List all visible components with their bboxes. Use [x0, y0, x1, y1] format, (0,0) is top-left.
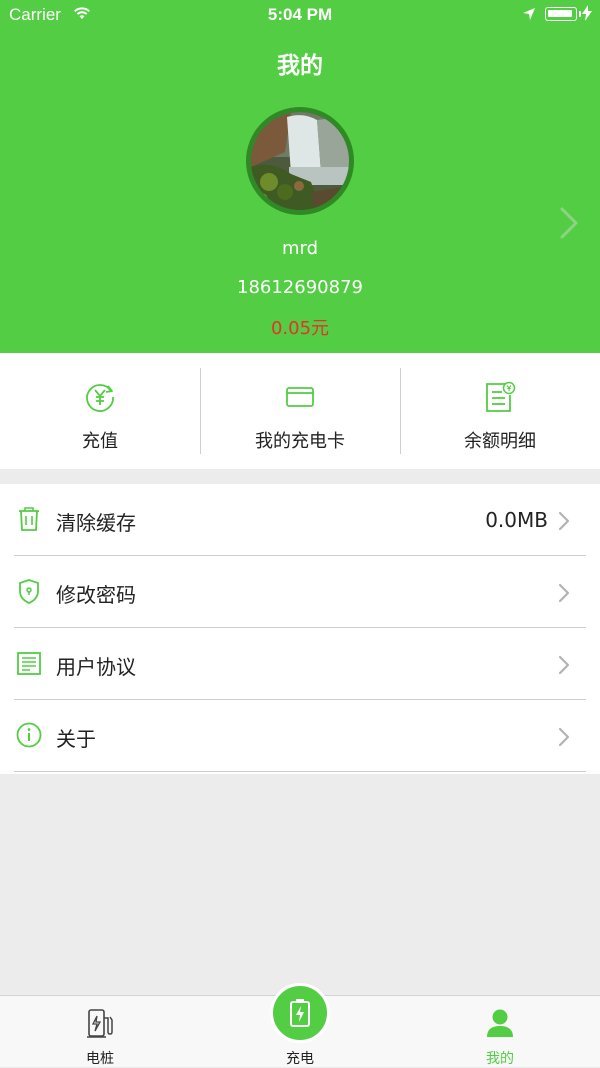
tab-charging-pile[interactable]: 电桩	[0, 996, 200, 1068]
cache-size-value: 0.0MB	[485, 508, 548, 532]
chevron-right-icon	[558, 511, 570, 531]
battery-icon	[545, 7, 581, 21]
battery-charge-icon	[290, 999, 310, 1027]
document-icon	[17, 652, 41, 675]
tab-charge-label: 充电	[286, 1051, 314, 1067]
account-balance: 0.05元	[270, 318, 330, 339]
recharge-button[interactable]: 充值	[0, 353, 200, 469]
waterfall-photo	[251, 112, 349, 210]
about-label: 关于	[56, 727, 96, 751]
my-charging-card-label: 我的充电卡	[255, 431, 345, 452]
location-arrow-icon	[523, 8, 535, 20]
clear-cache-row[interactable]: 清除缓存 0.0MB	[0, 484, 600, 556]
user-agreement-label: 用户协议	[56, 655, 136, 679]
info-icon	[16, 722, 42, 748]
clear-cache-label: 清除缓存	[56, 511, 136, 535]
balance-detail-icon	[486, 381, 516, 412]
about-row[interactable]: 关于	[0, 700, 600, 772]
phone-number: 18612690879	[237, 277, 363, 298]
avatar[interactable]	[246, 107, 354, 215]
card-icon	[286, 387, 314, 407]
charging-bolt-icon	[582, 5, 592, 21]
profile-header: 我的 mrd 18612690879 0.05元	[0, 0, 600, 353]
chevron-right-icon	[558, 727, 570, 747]
charging-pile-icon	[87, 1009, 113, 1038]
chevron-right-icon	[558, 583, 570, 603]
tab-charging-pile-label: 电桩	[86, 1051, 114, 1067]
person-icon	[487, 1009, 513, 1037]
recharge-label: 充值	[82, 431, 118, 452]
balance-detail-button[interactable]: 余额明细	[400, 353, 600, 469]
chevron-right-icon[interactable]	[556, 205, 582, 241]
chevron-right-icon	[558, 655, 570, 675]
trash-icon	[19, 507, 39, 531]
balance-detail-label: 余额明细	[464, 431, 536, 452]
yuan-recharge-icon	[86, 384, 114, 412]
charge-center-button[interactable]	[270, 983, 330, 1043]
clock: 5:04 PM	[267, 5, 333, 24]
quick-actions: 充值 我的充电卡 余额明细	[0, 353, 600, 469]
shield-icon	[19, 579, 39, 604]
tab-mine-label: 我的	[486, 1051, 514, 1067]
change-password-row[interactable]: 修改密码	[0, 556, 600, 628]
my-charging-card-button[interactable]: 我的充电卡	[200, 353, 400, 469]
tab-mine[interactable]: 我的	[400, 996, 600, 1068]
divider	[14, 771, 586, 772]
change-password-label: 修改密码	[56, 583, 136, 607]
username: mrd	[281, 238, 319, 259]
status-bar: Carrier 5:04 PM	[0, 0, 600, 30]
page-title: 我的	[277, 53, 323, 79]
settings-list: 清除缓存 0.0MB 修改密码 用户协议 关于	[0, 484, 600, 774]
user-agreement-row[interactable]: 用户协议	[0, 628, 600, 700]
